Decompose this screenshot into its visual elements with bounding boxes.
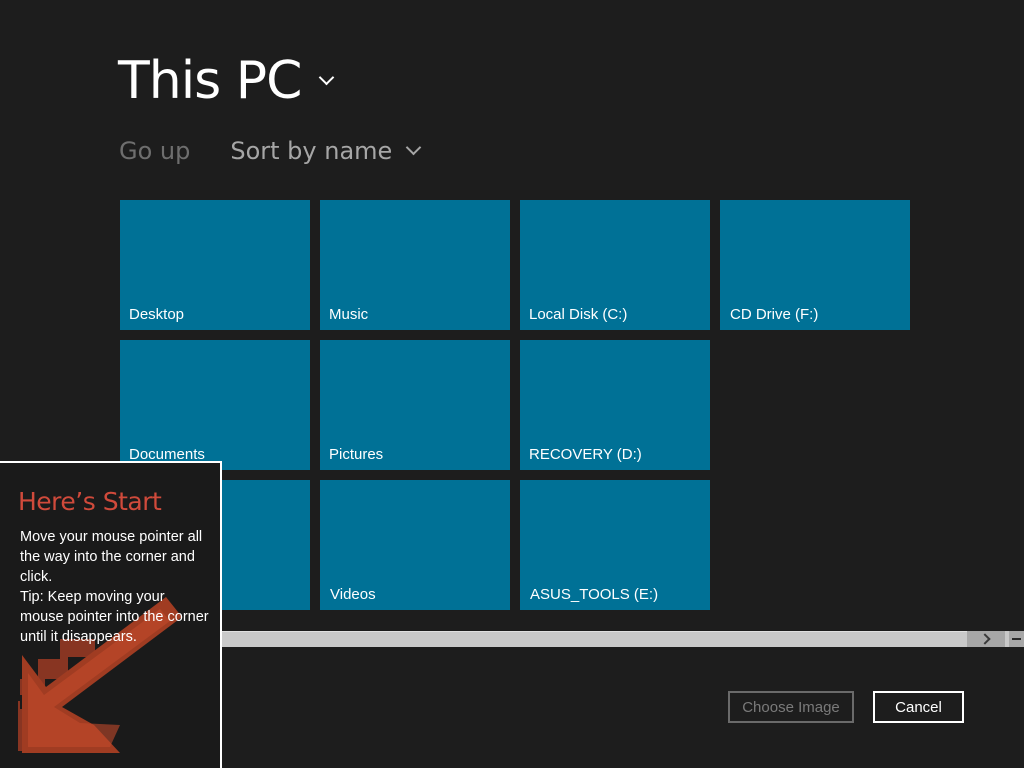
location-selector[interactable]: This PC [118, 48, 335, 114]
tip-title: Here’s Start [18, 487, 162, 516]
go-up-button[interactable]: Go up [119, 137, 190, 165]
choose-image-button[interactable]: Choose Image [728, 691, 854, 723]
tip-body: Move your mouse pointer all the way into… [20, 527, 210, 647]
tile-music[interactable]: Music [320, 200, 510, 330]
cancel-button[interactable]: Cancel [873, 691, 964, 723]
chevron-down-icon [406, 139, 422, 155]
minus-icon [1012, 638, 1021, 640]
tile-label: Music [329, 306, 369, 323]
sort-label: Sort by name [230, 137, 393, 165]
tile-label: Videos [330, 586, 376, 603]
tile-asus-tools-e[interactable]: ASUS_TOOLS (E:) [520, 480, 710, 610]
tile-recovery-d[interactable]: RECOVERY (D:) [520, 340, 710, 470]
tile-local-disk-c[interactable]: Local Disk (C:) [520, 200, 710, 330]
tile-label: RECOVERY (D:) [529, 446, 642, 463]
tile-label: ASUS_TOOLS (E:) [530, 586, 659, 603]
tile-label: Local Disk (C:) [529, 306, 628, 323]
file-picker: This PC Go up Sort by name Desktop Music… [0, 0, 1024, 768]
scroll-right-button[interactable] [967, 631, 1005, 647]
tile-label: Desktop [129, 306, 185, 323]
start-tip-panel: Here’s Start Move your mouse pointer all… [0, 461, 222, 768]
tile-desktop[interactable]: Desktop [120, 200, 310, 330]
tile-documents[interactable]: Documents [120, 340, 310, 470]
location-title: This PC [118, 51, 302, 111]
scroll-end-button[interactable] [1009, 631, 1024, 647]
chevron-right-icon [979, 633, 991, 645]
toolbar: Go up Sort by name [119, 133, 422, 169]
scroll-thumb[interactable] [221, 631, 967, 647]
tip-instruction: Move your mouse pointer all the way into… [20, 529, 203, 585]
sort-dropdown[interactable]: Sort by name [230, 137, 422, 165]
chevron-down-icon [319, 69, 335, 85]
tile-label: CD Drive (F:) [730, 306, 819, 323]
tile-pictures[interactable]: Pictures [320, 340, 510, 470]
tip-hint: Tip: Keep moving your mouse pointer into… [20, 589, 209, 645]
tile-cd-drive-f[interactable]: CD Drive (F:) [720, 200, 910, 330]
horizontal-scrollbar[interactable] [221, 631, 1024, 647]
tile-label: Pictures [329, 446, 384, 463]
tile-videos[interactable]: Videos [320, 480, 510, 610]
